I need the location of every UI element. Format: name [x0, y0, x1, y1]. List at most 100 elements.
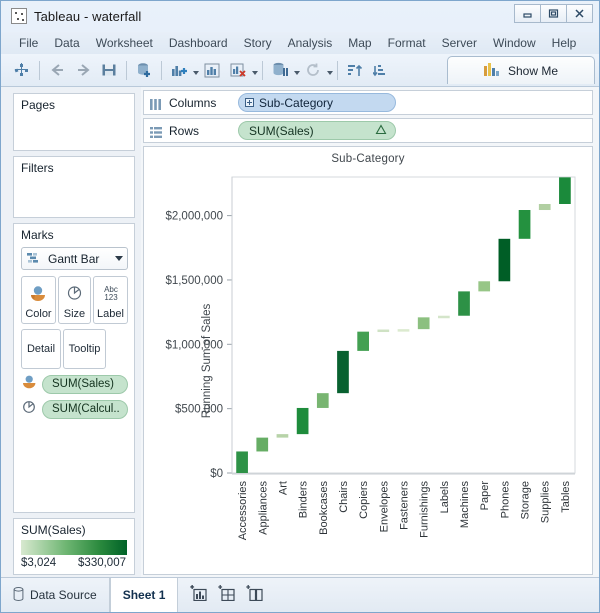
color-palette-icon — [28, 277, 48, 308]
status-bar-icons — [178, 578, 276, 612]
data-source-tab[interactable]: Data Source — [1, 578, 110, 612]
waterfall-bar — [538, 204, 551, 211]
x-axis-tick-label: Phones — [499, 481, 511, 519]
menu-item-dashboard[interactable]: Dashboard — [161, 34, 236, 52]
waterfall-bar — [377, 329, 390, 333]
rows-pill-label: SUM(Sales) — [249, 123, 314, 138]
waterfall-bar — [559, 177, 571, 204]
menu-item-analysis[interactable]: Analysis — [280, 34, 341, 52]
new-worksheet-icon[interactable] — [190, 584, 208, 606]
filters-title: Filters — [21, 161, 54, 175]
x-axis-tick-label: Fasteners — [399, 481, 411, 530]
rows-shelf[interactable]: Rows SUM(Sales) — [143, 118, 593, 143]
legend-title: SUM(Sales) — [21, 523, 86, 537]
menu-item-format[interactable]: Format — [380, 34, 434, 52]
menu-item-help[interactable]: Help — [544, 34, 585, 52]
waterfall-bar — [518, 210, 531, 239]
legend-values: $3,024 $330,007 — [14, 555, 134, 574]
mark-property-buttons-2: Detail Tooltip — [21, 329, 128, 369]
encoding-pill-size[interactable]: SUM(Calcul.. — [42, 399, 128, 419]
x-axis-tick-label: Copiers — [358, 481, 370, 519]
waterfall-bar — [458, 291, 470, 316]
columns-icon — [150, 97, 162, 110]
chevron-down-icon[interactable] — [327, 71, 333, 75]
waterfall-bar — [417, 317, 430, 330]
menu-item-file[interactable]: File — [11, 34, 46, 52]
x-axis-tick-label: Chairs — [338, 481, 350, 513]
status-bar: Data Source Sheet 1 — [1, 577, 599, 612]
marks-label-button[interactable]: Abc 123 Label — [93, 276, 128, 324]
visualization-area[interactable]: Sub-Category Running Sum of Sales $0 $500… — [143, 146, 593, 575]
menu-item-data[interactable]: Data — [46, 34, 87, 52]
menu-item-server[interactable]: Server — [434, 34, 485, 52]
columns-shelf[interactable]: Columns Sub-Category — [143, 90, 593, 115]
columns-label: Columns — [169, 95, 217, 110]
x-axis-tick-label: Labels — [439, 481, 451, 514]
data-source-icon — [13, 586, 24, 604]
new-data-source-icon[interactable] — [131, 58, 157, 83]
back-arrow-icon[interactable] — [44, 58, 70, 83]
waterfall-bar — [498, 238, 511, 282]
marks-size-button[interactable]: Size — [57, 276, 92, 324]
size-icon — [21, 399, 38, 419]
x-axis-tick-label: Furnishings — [419, 481, 431, 538]
rows-pill-sum-sales[interactable]: SUM(Sales) — [238, 121, 396, 140]
save-icon[interactable] — [96, 58, 122, 83]
chevron-down-icon[interactable] — [252, 71, 258, 75]
y-axis-tick-label: $1,000,000 — [165, 339, 223, 351]
waterfall-chart[interactable]: $0 $500,000 $1,000,000 $1,500,000 $2,000,000… — [144, 169, 589, 569]
new-worksheet-icon[interactable] — [166, 58, 192, 83]
duplicate-sheet-icon[interactable] — [199, 58, 225, 83]
worksheet-pane: Columns Sub-Category Rows SUM(Sales) Sub… — [141, 87, 599, 579]
pages-card[interactable]: Pages — [13, 93, 135, 151]
menu-bar: File Data Worksheet Dashboard Story Anal… — [1, 32, 599, 54]
marks-color-button[interactable]: Color — [21, 276, 56, 324]
expand-plus-icon[interactable] — [245, 98, 254, 107]
new-story-icon[interactable] — [246, 584, 264, 606]
marks-label-label: Label — [97, 308, 124, 320]
columns-pill-sub-category[interactable]: Sub-Category — [238, 93, 396, 112]
refresh-icon[interactable] — [300, 58, 326, 83]
rows-icon — [150, 125, 162, 138]
close-icon[interactable] — [566, 4, 593, 23]
mark-type-dropdown[interactable]: Gantt Bar — [21, 247, 128, 270]
title-bar: Tableau - waterfall — [1, 1, 599, 31]
y-axis-tick-label: $500,000 — [175, 404, 223, 416]
marks-card: Marks Gantt Bar Color Size Abc 123 Label… — [13, 223, 135, 513]
menu-item-map[interactable]: Map — [340, 34, 379, 52]
sort-ascending-icon[interactable] — [342, 58, 368, 83]
x-axis-tick-label: Paper — [479, 481, 491, 511]
forward-arrow-icon[interactable] — [70, 58, 96, 83]
waterfall-bar — [337, 350, 349, 394]
menu-item-story[interactable]: Story — [236, 34, 280, 52]
tableau-home-icon[interactable] — [9, 58, 35, 83]
marks-detail-button[interactable]: Detail — [21, 329, 61, 369]
minimize-icon[interactable] — [514, 4, 541, 23]
menu-item-worksheet[interactable]: Worksheet — [88, 34, 161, 52]
swap-data-icon[interactable] — [267, 58, 293, 83]
clear-sheet-icon[interactable] — [225, 58, 251, 83]
x-axis-tick-label: Storage — [520, 481, 532, 520]
encoding-pill-color[interactable]: SUM(Sales) — [42, 374, 128, 394]
show-me-button[interactable]: Show Me — [447, 56, 595, 84]
delta-triangle-icon — [375, 123, 387, 138]
new-dashboard-icon[interactable] — [218, 584, 236, 606]
menu-item-window[interactable]: Window — [485, 34, 544, 52]
x-axis-tick-label: Binders — [298, 481, 310, 519]
mark-type-label: Gantt Bar — [48, 251, 100, 266]
marks-encoding-size: SUM(Calcul.. — [21, 399, 128, 419]
sheet-tab-sheet-1[interactable]: Sheet 1 — [109, 578, 179, 612]
toolbar-separator — [337, 60, 338, 80]
sort-descending-icon[interactable] — [368, 58, 394, 83]
waterfall-bar — [236, 451, 248, 473]
sheet-tab-label: Sheet 1 — [122, 588, 166, 602]
left-pane: Pages Filters Marks Gantt Bar Color Size… — [1, 87, 141, 579]
marks-title: Marks — [21, 228, 54, 242]
waterfall-bar — [296, 407, 309, 435]
chevron-down-icon[interactable] — [115, 256, 123, 261]
rows-label: Rows — [169, 123, 200, 138]
marks-tooltip-button[interactable]: Tooltip — [63, 329, 106, 369]
filters-card[interactable]: Filters — [13, 156, 135, 218]
restore-icon[interactable] — [540, 4, 567, 23]
x-axis-labels: Accessories Appliances Art Binders Bookcases… — [237, 481, 572, 541]
